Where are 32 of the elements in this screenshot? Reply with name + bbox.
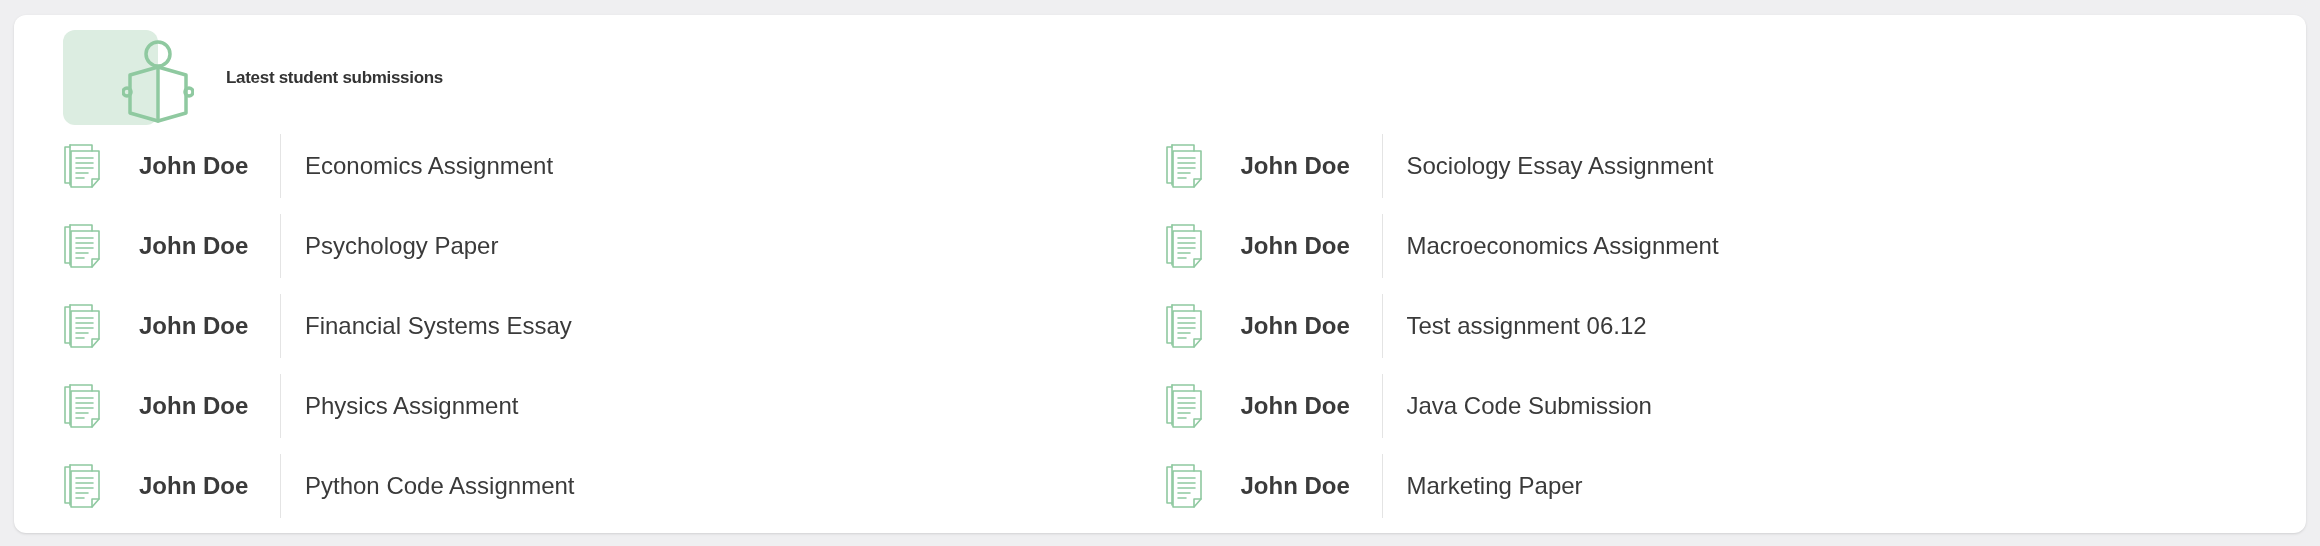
student-name: John Doe	[139, 311, 250, 341]
student-name: John Doe	[1240, 471, 1351, 501]
card-title: Latest student submissions	[226, 66, 444, 89]
documents-icon	[1164, 223, 1205, 269]
student-name: John Doe	[139, 391, 250, 421]
reader-icon	[122, 39, 194, 125]
submission-title[interactable]: Financial Systems Essay	[305, 308, 572, 344]
submission-title[interactable]: Marketing Paper	[1406, 468, 1583, 504]
student-name: John Doe	[139, 151, 250, 181]
submission-title[interactable]: Test assignment 06.12	[1406, 308, 1647, 344]
submission-title[interactable]: Economics Assignment	[305, 148, 554, 184]
documents-icon	[1164, 143, 1205, 189]
student-name: John Doe	[139, 231, 250, 261]
student-name: John Doe	[139, 471, 250, 501]
submission-title[interactable]: Java Code Submission	[1406, 388, 1652, 424]
student-name: John Doe	[1240, 311, 1351, 341]
student-name: John Doe	[1240, 391, 1351, 421]
documents-icon	[63, 383, 103, 429]
documents-icon	[1164, 463, 1205, 509]
documents-icon	[63, 143, 103, 189]
student-name: John Doe	[1240, 231, 1351, 261]
documents-icon	[63, 463, 103, 509]
submission-title[interactable]: Python Code Assignment	[305, 468, 575, 504]
submission-title[interactable]: Psychology Paper	[305, 228, 499, 264]
documents-icon	[63, 303, 103, 349]
student-name: John Doe	[1240, 151, 1351, 181]
documents-icon	[1164, 383, 1205, 429]
submission-title[interactable]: Sociology Essay Assignment	[1406, 148, 1714, 184]
documents-icon	[63, 223, 103, 269]
submission-title[interactable]: Physics Assignment	[305, 388, 519, 424]
submission-title[interactable]: Macroeconomics Assignment	[1406, 228, 1719, 264]
documents-icon	[1164, 303, 1205, 349]
